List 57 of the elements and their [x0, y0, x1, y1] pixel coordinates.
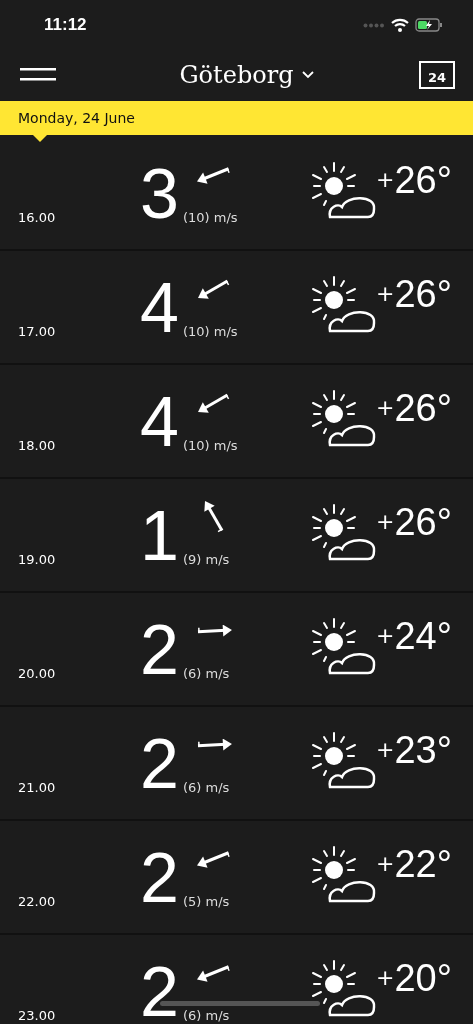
- partly-sunny-icon: [310, 161, 378, 221]
- temperature-sign: +: [376, 281, 395, 306]
- wind-speed: 2: [140, 615, 179, 685]
- battery-charging-icon: [415, 18, 443, 32]
- gust-speed: (6) m/s: [182, 780, 230, 797]
- temperature-sign: +: [376, 509, 395, 534]
- hour-time: 17.00: [18, 324, 57, 339]
- temperature: 22°: [394, 845, 452, 883]
- temperature: 26°: [394, 161, 452, 199]
- wind-speed: 1: [140, 501, 179, 571]
- hour-time: 20.00: [18, 666, 57, 681]
- temperature-sign: +: [376, 623, 395, 648]
- gust-speed: (5) m/s: [182, 894, 230, 911]
- temperature: 20°: [394, 959, 452, 997]
- temperature: 26°: [394, 389, 452, 427]
- temperature: 23°: [394, 731, 452, 769]
- partly-sunny-icon: [310, 959, 378, 1019]
- partly-sunny-icon: [310, 617, 378, 677]
- wind-speed: 2: [140, 729, 179, 799]
- partly-sunny-icon: [310, 845, 378, 905]
- partly-sunny-icon: [310, 503, 378, 563]
- signal-icon: [363, 22, 385, 28]
- temperature-sign: +: [376, 965, 395, 990]
- gust-speed: (10) m/s: [182, 324, 238, 341]
- wind-speed: 2: [140, 957, 179, 1024]
- wind-speed: 4: [140, 387, 179, 457]
- gust-speed: (6) m/s: [182, 666, 230, 683]
- gust-speed: (10) m/s: [182, 210, 238, 227]
- wind-speed: 3: [140, 159, 179, 229]
- wifi-icon: [391, 18, 409, 32]
- partly-sunny-icon: [310, 275, 378, 335]
- temperature: 24°: [394, 617, 452, 655]
- partly-sunny-icon: [310, 389, 378, 449]
- gust-speed: (9) m/s: [182, 552, 230, 569]
- hour-time: 16.00: [18, 210, 57, 225]
- hour-time: 18.00: [18, 438, 57, 453]
- calendar-button[interactable]: 24: [419, 61, 455, 89]
- date-label: Monday, 24 June: [18, 110, 135, 126]
- gust-speed: (10) m/s: [182, 438, 238, 455]
- hour-time: 22.00: [18, 894, 57, 909]
- city-selector[interactable]: Göteborg: [179, 61, 314, 89]
- hour-time: 21.00: [18, 780, 57, 795]
- partly-sunny-icon: [310, 731, 378, 791]
- temperature: 26°: [394, 275, 452, 313]
- temperature-sign: +: [376, 737, 395, 762]
- hour-time: 19.00: [18, 552, 57, 567]
- temperature-sign: +: [376, 167, 395, 192]
- gust-speed: (6) m/s: [182, 1008, 230, 1024]
- menu-icon[interactable]: [20, 68, 56, 82]
- temperature-sign: +: [376, 395, 395, 420]
- hour-time: 23.00: [18, 1008, 57, 1023]
- temperature: 26°: [394, 503, 452, 541]
- wind-speed: 4: [140, 273, 179, 343]
- status-time: 11:12: [44, 15, 87, 35]
- temperature-sign: +: [376, 851, 395, 876]
- wind-speed: 2: [140, 843, 179, 913]
- chevron-down-icon: [301, 71, 314, 79]
